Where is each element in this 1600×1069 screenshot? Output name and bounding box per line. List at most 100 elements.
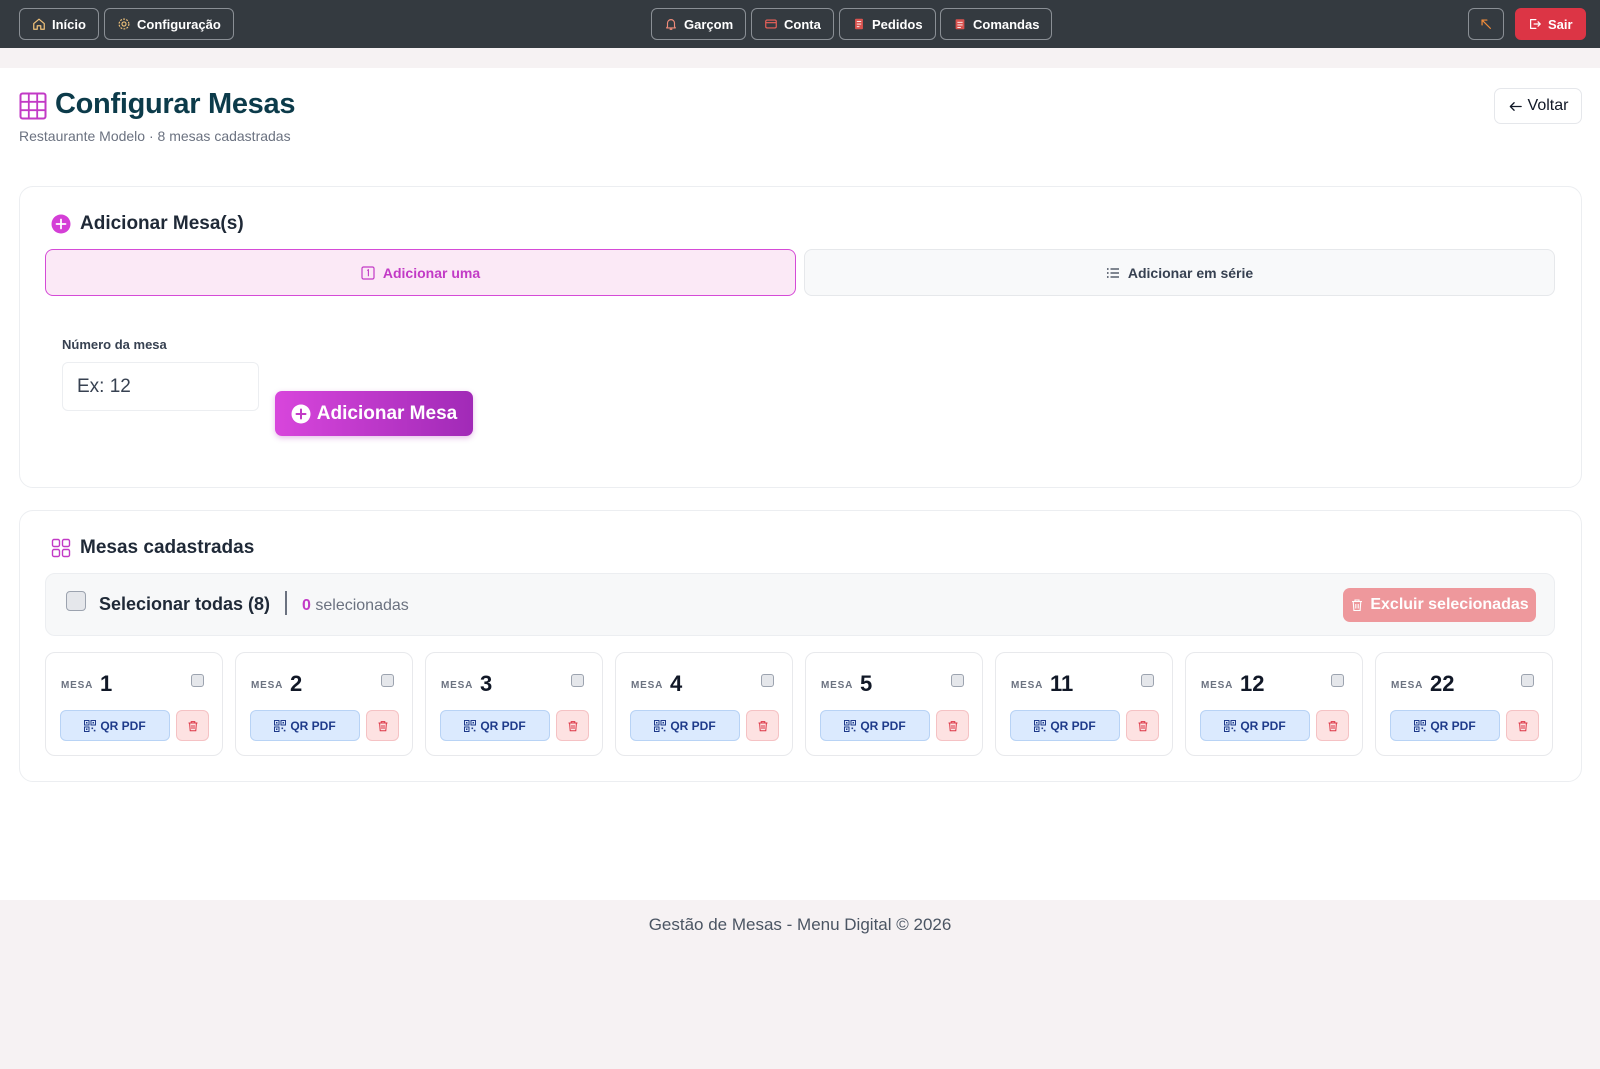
table-grid-icon xyxy=(19,92,47,120)
mesa-checkbox[interactable] xyxy=(951,674,964,687)
nav-configuracao-button[interactable]: Configuração xyxy=(104,8,234,40)
mesa-grid: MESA 1 QR PDF MESA 2 QR PDF MESA 3 QR PDF MESA 4 QR… xyxy=(45,652,1555,756)
wallet-icon xyxy=(764,17,778,31)
add-section-title: Adicionar Mesa(s) xyxy=(51,213,244,235)
tab-adicionar-em-serie[interactable]: Adicionar em série xyxy=(804,249,1555,296)
nav-conta-button[interactable]: Conta xyxy=(751,8,834,40)
delete-mesa-button[interactable] xyxy=(366,710,399,741)
back-button[interactable]: Voltar xyxy=(1494,88,1582,124)
numero-mesa-label: Número da mesa xyxy=(62,337,167,352)
delete-mesa-button[interactable] xyxy=(1316,710,1349,741)
qr-code-icon xyxy=(654,719,667,732)
trash-icon xyxy=(1517,720,1529,732)
mesa-checkbox[interactable] xyxy=(191,674,204,687)
trash-icon xyxy=(377,720,389,732)
list-section-title: Mesas cadastradas xyxy=(51,537,254,559)
mesa-number: 11 xyxy=(1050,671,1074,696)
bell-icon xyxy=(664,17,678,31)
nav-pedidos-button[interactable]: Pedidos xyxy=(839,8,936,40)
select-all-label[interactable]: Selecionar todas (8) xyxy=(99,594,270,615)
qr-code-icon xyxy=(274,719,287,732)
mesa-card: MESA 11 QR PDF xyxy=(995,652,1173,756)
mesa-number: 22 xyxy=(1430,671,1455,696)
mesa-number: 2 xyxy=(290,671,303,696)
delete-mesa-button[interactable] xyxy=(176,710,209,741)
collapse-button[interactable] xyxy=(1468,8,1504,40)
add-mesa-card xyxy=(19,186,1582,488)
trash-icon xyxy=(1350,598,1364,612)
mesa-number: 4 xyxy=(670,671,683,696)
qr-pdf-button[interactable]: QR PDF xyxy=(820,710,930,741)
qr-pdf-button[interactable]: QR PDF xyxy=(1200,710,1310,741)
qr-pdf-button[interactable]: QR PDF xyxy=(1390,710,1500,741)
mesa-tag: MESA xyxy=(441,680,474,691)
qr-pdf-button[interactable]: QR PDF xyxy=(60,710,170,741)
mesa-tag: MESA xyxy=(61,680,94,691)
qr-code-icon xyxy=(1414,719,1427,732)
trash-icon xyxy=(757,720,769,732)
mesa-number: 12 xyxy=(1240,671,1265,696)
selected-count: 0 selecionadas xyxy=(302,597,409,614)
mesa-card: MESA 12 QR PDF xyxy=(1185,652,1363,756)
mesa-checkbox[interactable] xyxy=(1331,674,1344,687)
delete-mesa-button[interactable] xyxy=(746,710,779,741)
delete-mesa-button[interactable] xyxy=(936,710,969,741)
mesa-tag: MESA xyxy=(251,680,284,691)
numero-mesa-input[interactable] xyxy=(62,362,259,411)
page-title: Configurar Mesas xyxy=(55,88,296,120)
select-all-checkbox[interactable] xyxy=(66,591,86,611)
footer-text: Gestão de Mesas - Menu Digital © 2026 xyxy=(648,915,952,934)
qr-code-icon xyxy=(464,719,477,732)
qr-pdf-button[interactable]: QR PDF xyxy=(1010,710,1120,741)
qr-pdf-button[interactable]: QR PDF xyxy=(630,710,740,741)
mesa-checkbox[interactable] xyxy=(1141,674,1154,687)
nav-inicio-button[interactable]: Início xyxy=(19,8,99,40)
page-subtitle: Restaurante Modelo · 8 mesas cadastradas xyxy=(19,128,291,144)
square-one-icon xyxy=(361,265,375,280)
delete-mesa-button[interactable] xyxy=(1126,710,1159,741)
qr-pdf-button[interactable]: QR PDF xyxy=(440,710,550,741)
mesa-card: MESA 2 QR PDF xyxy=(235,652,413,756)
nav-comandas-button[interactable]: Comandas xyxy=(940,8,1053,40)
mesa-card: MESA 1 QR PDF xyxy=(45,652,223,756)
mesa-card: MESA 3 QR PDF xyxy=(425,652,603,756)
tab-adicionar-uma[interactable]: Adicionar uma xyxy=(45,249,796,296)
nav-garcom-button[interactable]: Garçom xyxy=(651,8,747,40)
qr-pdf-button[interactable]: QR PDF xyxy=(250,710,360,741)
divider xyxy=(285,591,287,615)
logout-icon xyxy=(1528,17,1542,31)
clipboard-icon xyxy=(953,17,967,31)
mesa-checkbox[interactable] xyxy=(381,674,394,687)
trash-icon xyxy=(947,720,959,732)
gear-icon xyxy=(117,17,131,31)
mesa-tag: MESA xyxy=(821,680,854,691)
plus-circle-icon xyxy=(291,404,311,424)
mesa-checkbox[interactable] xyxy=(761,674,774,687)
arrow-up-left-icon xyxy=(1479,17,1493,31)
mesa-card: MESA 4 QR PDF xyxy=(615,652,793,756)
qr-code-icon xyxy=(1034,719,1047,732)
mesa-number: 1 xyxy=(100,671,113,696)
home-icon xyxy=(32,17,46,31)
mesa-card: MESA 5 QR PDF xyxy=(805,652,983,756)
grid-icon xyxy=(51,538,71,558)
qr-code-icon xyxy=(84,719,97,732)
mesa-number: 5 xyxy=(860,671,873,696)
add-mesa-button[interactable]: Adicionar Mesa xyxy=(275,391,473,436)
trash-icon xyxy=(1137,720,1149,732)
arrow-left-icon xyxy=(1508,99,1523,114)
mesa-checkbox[interactable] xyxy=(1521,674,1534,687)
top-navigation-bar: Início Configuração Garçom Conta Pedidos… xyxy=(0,0,1600,48)
delete-mesa-button[interactable] xyxy=(556,710,589,741)
mesa-checkbox[interactable] xyxy=(571,674,584,687)
plus-circle-icon xyxy=(51,214,71,234)
list-icon xyxy=(1106,266,1120,280)
mesa-tag: MESA xyxy=(1391,680,1424,691)
mesa-tag: MESA xyxy=(631,680,664,691)
trash-icon xyxy=(567,720,579,732)
exit-button[interactable]: Sair xyxy=(1515,8,1586,40)
receipt-icon xyxy=(852,17,866,31)
delete-selected-button[interactable]: Excluir selecionadas xyxy=(1343,588,1536,622)
delete-mesa-button[interactable] xyxy=(1506,710,1539,741)
trash-icon xyxy=(187,720,199,732)
